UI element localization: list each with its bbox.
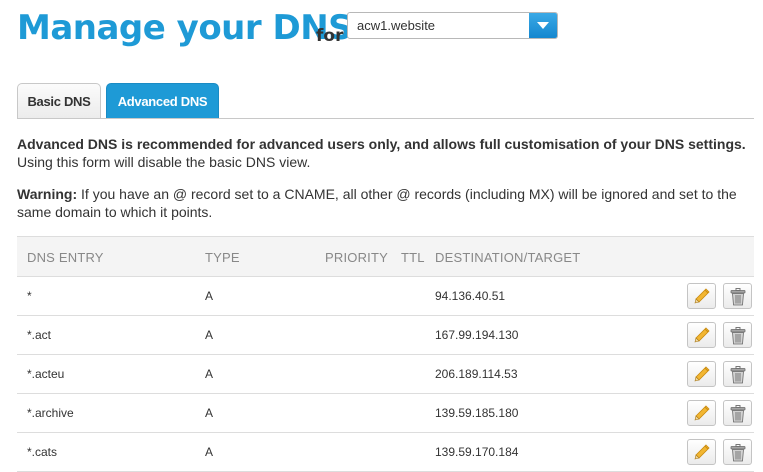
dns-records-table: DNS ENTRY TYPE PRIORITY TTL DESTINATION/… [17, 236, 754, 472]
cell-dns-entry: *.act [27, 328, 52, 342]
tab-basic-dns[interactable]: Basic DNS [17, 83, 101, 118]
table-row: * A 94.136.40.51 [17, 277, 754, 316]
cell-destination: 139.59.185.180 [435, 406, 519, 420]
domain-select[interactable]: acw1.website [347, 12, 558, 39]
edit-record-button[interactable] [687, 400, 716, 426]
header-type: TYPE [205, 250, 240, 265]
header-dns-entry: DNS ENTRY [27, 250, 104, 265]
for-label: for [316, 26, 344, 46]
delete-record-button[interactable] [723, 322, 752, 348]
cell-type: A [205, 445, 214, 459]
chevron-down-icon [537, 22, 549, 29]
cell-destination: 167.99.194.130 [435, 328, 519, 342]
edit-record-button[interactable] [687, 283, 716, 309]
trash-icon [730, 444, 746, 462]
pencil-icon [694, 366, 710, 382]
tab-advanced-dns[interactable]: Advanced DNS [106, 83, 219, 118]
cell-dns-entry: *.cats [27, 445, 58, 459]
trash-icon [730, 405, 746, 423]
warning-body: If you have an @ record set to a CNAME, … [17, 186, 737, 220]
cell-type: A [205, 367, 214, 381]
tab-divider [17, 118, 754, 119]
cell-type: A [205, 406, 214, 420]
header-priority: PRIORITY [325, 250, 388, 265]
cell-dns-entry: *.acteu [27, 367, 65, 381]
pencil-icon [694, 327, 710, 343]
warning-label: Warning: [17, 186, 78, 202]
edit-record-button[interactable] [687, 439, 716, 465]
cell-dns-entry: * [27, 289, 32, 303]
edit-record-button[interactable] [687, 322, 716, 348]
delete-record-button[interactable] [723, 400, 752, 426]
trash-icon [730, 366, 746, 384]
header-ttl: TTL [401, 250, 425, 265]
table-body: * A 94.136.40.51 *.act A 167.99.194.130 … [17, 277, 754, 472]
cell-type: A [205, 328, 214, 342]
delete-record-button[interactable] [723, 283, 752, 309]
warning-text: Warning: If you have an @ record set to … [17, 185, 752, 221]
table-row: *.acteu A 206.189.114.53 [17, 355, 754, 394]
table-row: *.archive A 139.59.185.180 [17, 394, 754, 433]
table-row: *.act A 167.99.194.130 [17, 316, 754, 355]
trash-icon [730, 288, 746, 306]
cell-type: A [205, 289, 214, 303]
domain-select-toggle[interactable] [529, 13, 557, 38]
intro-bold-text: Advanced DNS is recommended for advanced… [17, 136, 746, 152]
cell-destination: 94.136.40.51 [435, 289, 506, 303]
pencil-icon [694, 444, 710, 460]
intro-normal-text: Using this form will disable the basic D… [17, 154, 311, 170]
pencil-icon [694, 405, 710, 421]
trash-icon [730, 327, 746, 345]
cell-destination: 206.189.114.53 [435, 367, 518, 381]
page-title: Manage your DNS [17, 8, 353, 48]
pencil-icon [694, 288, 710, 304]
table-header: DNS ENTRY TYPE PRIORITY TTL DESTINATION/… [17, 236, 754, 277]
delete-record-button[interactable] [723, 439, 752, 465]
cell-dns-entry: *.archive [27, 406, 74, 420]
delete-record-button[interactable] [723, 361, 752, 387]
intro-text: Advanced DNS is recommended for advanced… [17, 135, 747, 171]
edit-record-button[interactable] [687, 361, 716, 387]
cell-destination: 139.59.170.184 [435, 445, 519, 459]
header-destination: DESTINATION/TARGET [435, 250, 581, 265]
domain-select-value: acw1.website [357, 18, 436, 33]
